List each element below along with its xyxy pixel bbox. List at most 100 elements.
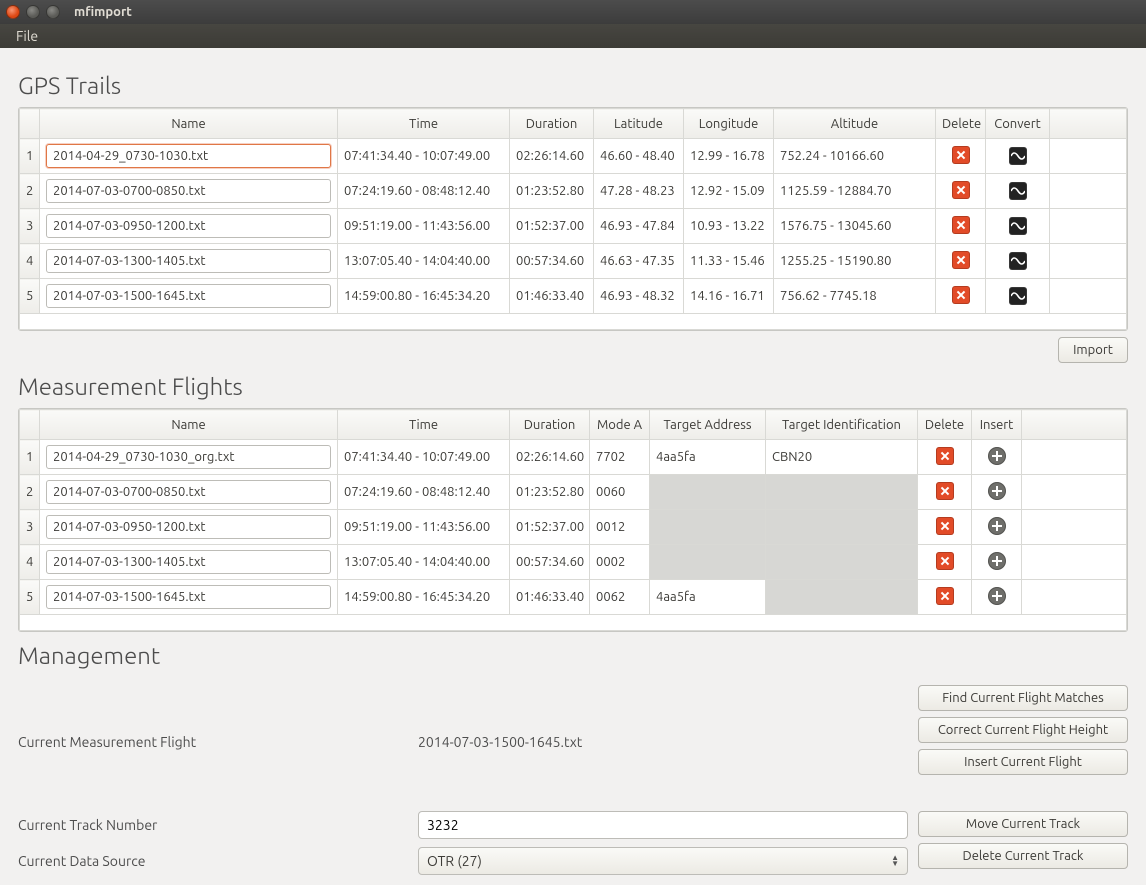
table-row[interactable]: 107:41:34.40 - 10:07:49.0002:26:14.6046.… [20,139,1127,174]
fl-h-target-addr[interactable]: Target Address [650,410,766,440]
cell-delete[interactable] [936,174,986,209]
cell-delete[interactable] [918,440,972,475]
cell-delete[interactable] [918,545,972,580]
delete-icon[interactable] [952,286,970,304]
cell-convert[interactable] [986,139,1050,174]
cell-target-ident: CBN20 [766,440,918,475]
table-row[interactable]: 309:51:19.00 - 11:43:56.0001:52:37.0046.… [20,209,1127,244]
delete-icon[interactable] [936,552,954,570]
table-row[interactable]: 309:51:19.00 - 11:43:56.0001:52:37.00001… [20,510,1127,545]
name-input[interactable] [46,550,331,574]
cell-insert[interactable] [972,475,1022,510]
cell-delete[interactable] [918,510,972,545]
fl-h-delete[interactable]: Delete [918,410,972,440]
name-input[interactable] [46,214,331,238]
convert-icon[interactable] [1009,147,1027,165]
delete-track-button[interactable]: Delete Current Track [918,843,1128,869]
convert-icon[interactable] [1009,287,1027,305]
track-number-input[interactable] [418,811,908,839]
fl-h-name[interactable]: Name [40,410,338,440]
fl-h-modea[interactable]: Mode A [590,410,650,440]
gps-h-altitude[interactable]: Altitude [774,109,936,139]
fl-h-time[interactable]: Time [338,410,510,440]
name-input[interactable] [46,179,331,203]
cell-name[interactable] [40,139,338,174]
delete-icon[interactable] [952,181,970,199]
cell-name[interactable] [40,580,338,615]
fl-h-target-ident[interactable]: Target Identification [766,410,918,440]
gps-h-delete[interactable]: Delete [936,109,986,139]
window-close-icon[interactable] [6,5,20,19]
cell-name[interactable] [40,475,338,510]
window-maximize-icon[interactable] [46,5,60,19]
cell-convert[interactable] [986,209,1050,244]
gps-h-convert[interactable]: Convert [986,109,1050,139]
delete-icon[interactable] [936,587,954,605]
cell-convert[interactable] [986,279,1050,314]
name-input[interactable] [46,585,331,609]
cell-convert[interactable] [986,174,1050,209]
cell-insert[interactable] [972,510,1022,545]
cell-delete[interactable] [936,209,986,244]
delete-icon[interactable] [952,216,970,234]
name-input[interactable] [46,480,331,504]
table-row[interactable]: 514:59:00.80 - 16:45:34.2001:46:33.40006… [20,580,1127,615]
window-minimize-icon[interactable] [26,5,40,19]
convert-icon[interactable] [1009,252,1027,270]
import-button[interactable]: Import [1058,337,1128,363]
name-input[interactable] [46,284,331,308]
table-row[interactable]: 514:59:00.80 - 16:45:34.2001:46:33.4046.… [20,279,1127,314]
insert-icon[interactable] [988,552,1006,570]
insert-icon[interactable] [988,447,1006,465]
cell-spacer [1050,279,1127,314]
cell-insert[interactable] [972,545,1022,580]
cell-name[interactable] [40,244,338,279]
table-row[interactable]: 413:07:05.40 - 14:04:40.0000:57:34.6046.… [20,244,1127,279]
gps-h-duration[interactable]: Duration [510,109,594,139]
gps-h-latitude[interactable]: Latitude [594,109,684,139]
correct-height-button[interactable]: Correct Current Flight Height [918,717,1128,743]
fl-h-duration[interactable]: Duration [510,410,590,440]
move-track-button[interactable]: Move Current Track [918,811,1128,837]
name-input[interactable] [46,515,331,539]
delete-icon[interactable] [936,482,954,500]
name-input[interactable] [46,445,331,469]
gps-h-longitude[interactable]: Longitude [684,109,774,139]
convert-icon[interactable] [1009,182,1027,200]
convert-icon[interactable] [1009,217,1027,235]
table-row[interactable]: 207:24:19.60 - 08:48:12.4001:23:52.80006… [20,475,1127,510]
insert-icon[interactable] [988,517,1006,535]
cell-insert[interactable] [972,440,1022,475]
name-input[interactable] [46,144,331,168]
menu-file[interactable]: File [10,26,44,46]
insert-icon[interactable] [988,482,1006,500]
fl-h-insert[interactable]: Insert [972,410,1022,440]
cell-name[interactable] [40,174,338,209]
cell-convert[interactable] [986,244,1050,279]
name-input[interactable] [46,249,331,273]
cell-delete[interactable] [936,279,986,314]
cell-name[interactable] [40,440,338,475]
cell-delete[interactable] [918,580,972,615]
gps-h-time[interactable]: Time [338,109,510,139]
table-row[interactable]: 107:41:34.40 - 10:07:49.0002:26:14.60770… [20,440,1127,475]
cell-name[interactable] [40,279,338,314]
delete-icon[interactable] [952,146,970,164]
cell-delete[interactable] [936,244,986,279]
data-source-select[interactable]: OTR (27) ▲▼ [418,847,908,875]
cell-delete[interactable] [936,139,986,174]
find-matches-button[interactable]: Find Current Flight Matches [918,685,1128,711]
cell-name[interactable] [40,545,338,580]
gps-h-name[interactable]: Name [40,109,338,139]
table-row[interactable]: 207:24:19.60 - 08:48:12.4001:23:52.8047.… [20,174,1127,209]
delete-icon[interactable] [952,251,970,269]
delete-icon[interactable] [936,517,954,535]
cell-name[interactable] [40,510,338,545]
delete-icon[interactable] [936,447,954,465]
cell-delete[interactable] [918,475,972,510]
cell-name[interactable] [40,209,338,244]
table-row[interactable]: 413:07:05.40 - 14:04:40.0000:57:34.60000… [20,545,1127,580]
insert-flight-button[interactable]: Insert Current Flight [918,749,1128,775]
cell-insert[interactable] [972,580,1022,615]
insert-icon[interactable] [988,587,1006,605]
